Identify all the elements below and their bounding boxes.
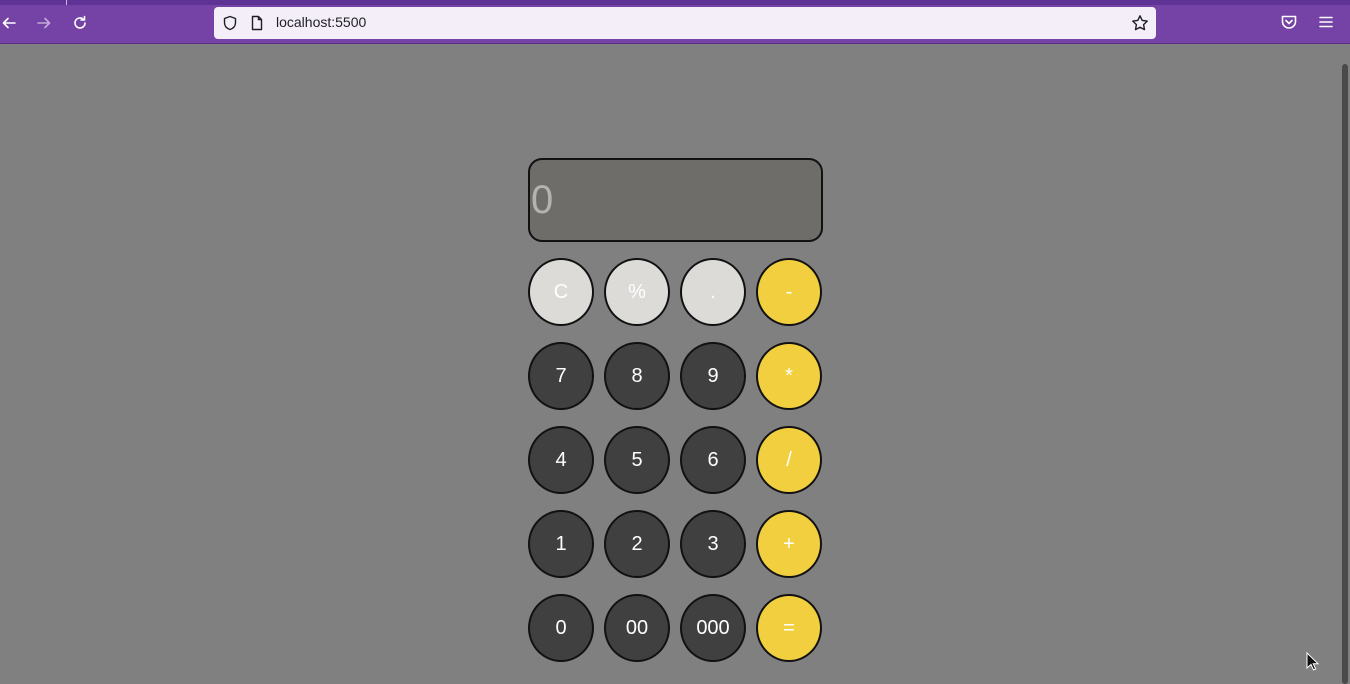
forward-arrow-icon <box>37 17 51 29</box>
decimal-key[interactable]: . <box>680 258 746 326</box>
clear-key[interactable]: C <box>528 258 594 326</box>
star-icon[interactable] <box>1131 14 1149 32</box>
triple-zero-key[interactable]: 000 <box>680 594 746 662</box>
reload-button[interactable] <box>66 10 94 36</box>
url-text[interactable]: localhost:5500 <box>276 14 366 30</box>
digit-4-key[interactable]: 4 <box>528 426 594 494</box>
browser-toolbar: localhost:5500 <box>0 0 1350 44</box>
page-viewport <box>0 44 1350 684</box>
multiply-key[interactable]: * <box>756 342 822 410</box>
digit-5-key[interactable]: 5 <box>604 426 670 494</box>
address-bar[interactable]: localhost:5500 <box>214 7 1156 39</box>
plus-key[interactable]: + <box>756 510 822 578</box>
tab-strip <box>0 0 1350 5</box>
percent-key[interactable]: % <box>604 258 670 326</box>
shield-icon[interactable] <box>222 15 238 31</box>
divide-key[interactable]: / <box>756 426 822 494</box>
forward-button[interactable] <box>30 10 58 36</box>
digit-3-key[interactable]: 3 <box>680 510 746 578</box>
digit-9-key[interactable]: 9 <box>680 342 746 410</box>
page-icon[interactable] <box>249 15 265 31</box>
back-arrow-icon <box>2 17 16 29</box>
digit-6-key[interactable]: 6 <box>680 426 746 494</box>
scrollbar-thumb[interactable] <box>1342 64 1348 684</box>
minus-key[interactable]: - <box>756 258 822 326</box>
tab-divider <box>66 0 67 5</box>
digit-1-key[interactable]: 1 <box>528 510 594 578</box>
digit-8-key[interactable]: 8 <box>604 342 670 410</box>
pocket-icon[interactable] <box>1280 13 1298 31</box>
hamburger-menu-icon[interactable] <box>1317 13 1335 31</box>
double-zero-key[interactable]: 00 <box>604 594 670 662</box>
digit-0-key[interactable]: 0 <box>528 594 594 662</box>
reload-icon <box>74 15 86 29</box>
digit-7-key[interactable]: 7 <box>528 342 594 410</box>
mouse-cursor-icon <box>1306 652 1320 671</box>
calculator-display: 0 <box>528 158 823 242</box>
back-button[interactable] <box>0 10 23 36</box>
digit-2-key[interactable]: 2 <box>604 510 670 578</box>
equals-key[interactable]: = <box>756 594 822 662</box>
